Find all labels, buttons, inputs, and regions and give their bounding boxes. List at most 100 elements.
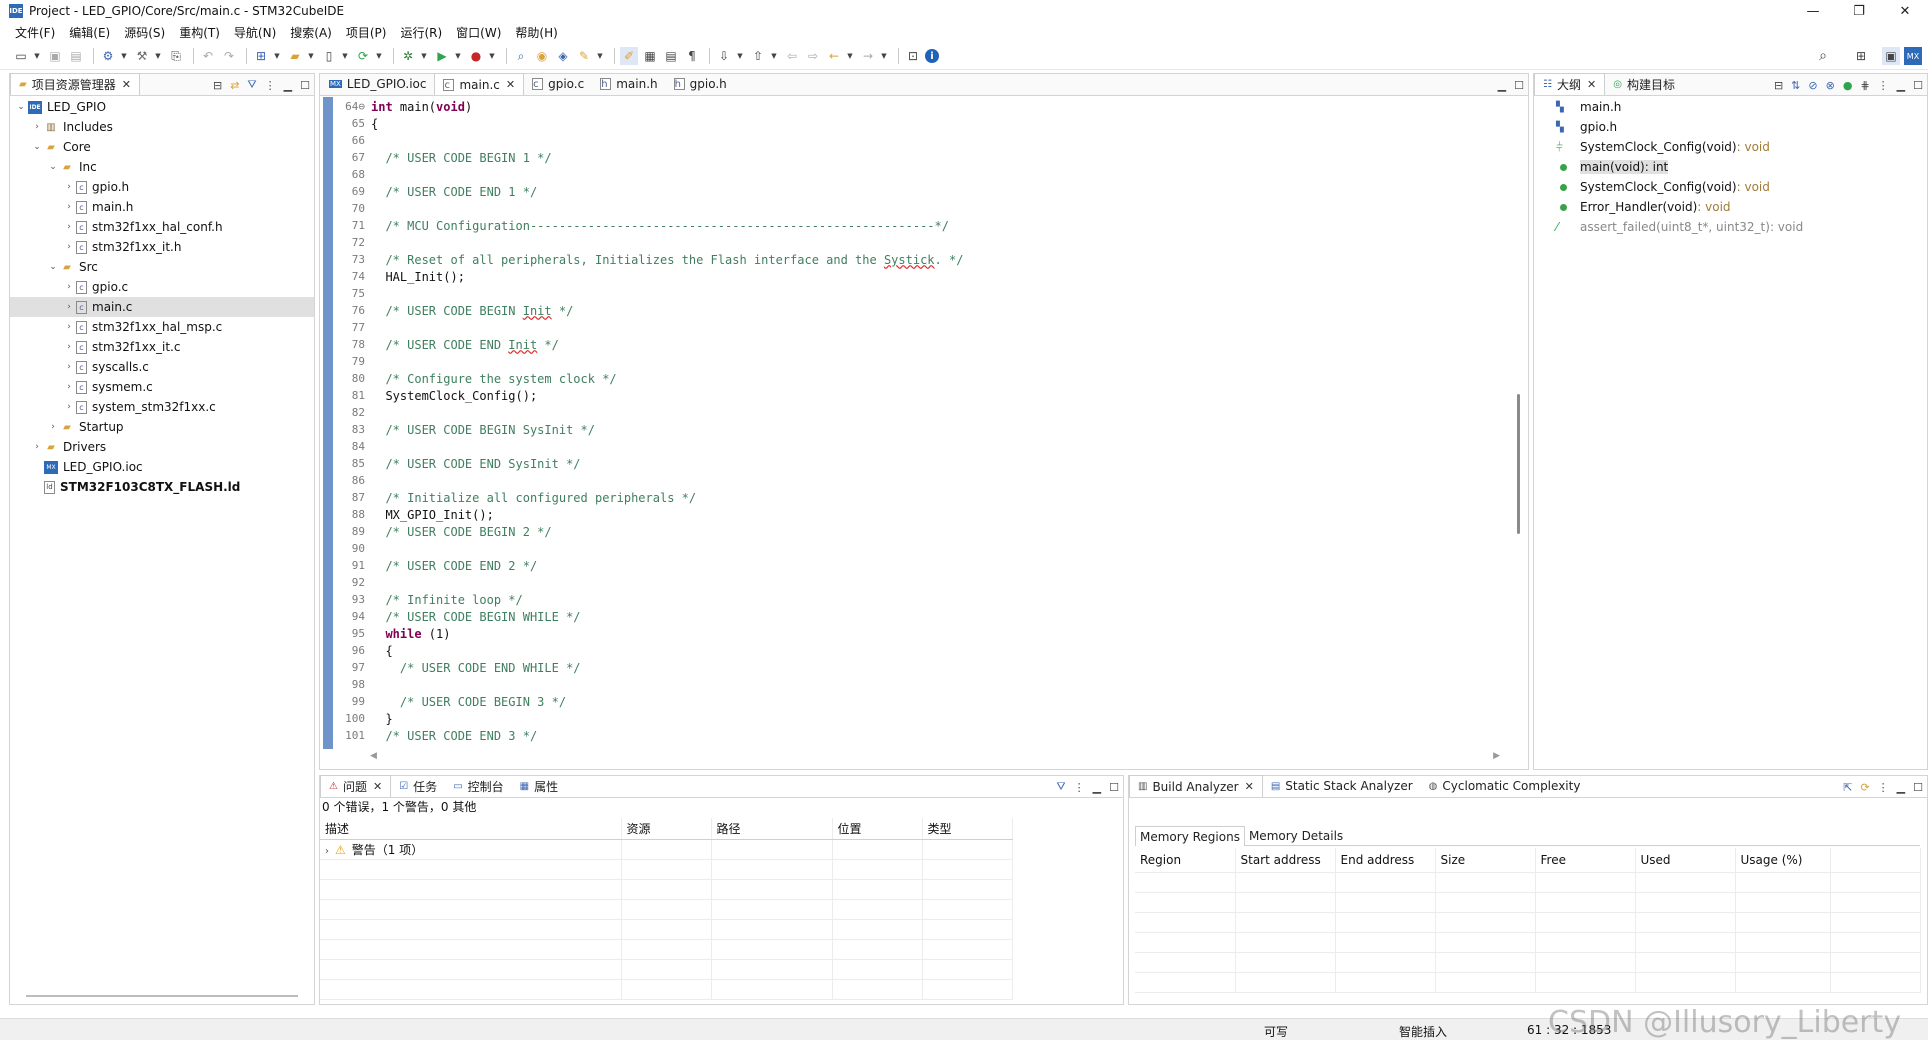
group-includes-icon[interactable]: ⋕ bbox=[1860, 79, 1869, 92]
chevron-down-icon[interactable]: ▼ bbox=[596, 47, 604, 65]
code-line[interactable]: 71 /* MCU Configuration-----------------… bbox=[333, 217, 1503, 234]
tree-item[interactable]: ⌄ ▰ Src bbox=[10, 257, 314, 277]
code-line[interactable]: 85 /* USER CODE END SysInit */ bbox=[333, 455, 1503, 472]
chevron-right-icon[interactable]: › bbox=[62, 342, 76, 352]
tab-gpio-h[interactable]: h gpio.h bbox=[666, 73, 735, 95]
menu-window[interactable]: 窗口(W) bbox=[449, 24, 508, 41]
run-icon[interactable]: ▶ bbox=[433, 47, 451, 65]
code-line[interactable]: 72 bbox=[333, 234, 1503, 251]
tab-problems[interactable]: ⚠ 问题 ✕ bbox=[320, 775, 392, 797]
code-line[interactable]: 90 bbox=[333, 540, 1503, 557]
code-line[interactable]: 91 /* USER CODE END 2 */ bbox=[333, 557, 1503, 574]
code-line[interactable]: 87 /* Initialize all configured peripher… bbox=[333, 489, 1503, 506]
chevron-right-icon[interactable]: › bbox=[62, 362, 76, 372]
horizontal-scrollbar[interactable] bbox=[26, 995, 298, 997]
chevron-down-icon[interactable]: ▼ bbox=[846, 47, 854, 65]
refresh-icon[interactable]: ⟳ bbox=[354, 47, 372, 65]
menu-edit[interactable]: 编辑(E) bbox=[62, 24, 117, 41]
code-line[interactable]: 64⊖ int main(void) bbox=[333, 98, 1503, 115]
menu-navigate[interactable]: 导航(N) bbox=[227, 24, 283, 41]
close-icon[interactable]: ✕ bbox=[1587, 78, 1596, 91]
chevron-down-icon[interactable]: ⌄ bbox=[46, 162, 60, 172]
chevron-down-icon[interactable]: ▼ bbox=[454, 47, 462, 65]
tree-item[interactable]: MX LED_GPIO.ioc bbox=[10, 457, 314, 477]
refresh-icon[interactable]: ⟳ bbox=[1860, 781, 1869, 794]
code-line[interactable]: 89 /* USER CODE BEGIN 2 */ bbox=[333, 523, 1503, 540]
code-line[interactable]: 69 /* USER CODE END 1 */ bbox=[333, 183, 1503, 200]
code-line[interactable]: 93 /* Infinite loop */ bbox=[333, 591, 1503, 608]
tree-item[interactable]: ⌄ ▰ Inc bbox=[10, 157, 314, 177]
outline-item[interactable]: main(void) : int bbox=[1556, 157, 1927, 177]
tree-item[interactable]: › ▰ Drivers bbox=[10, 437, 314, 457]
hide-fields-icon[interactable]: ⊘ bbox=[1808, 79, 1817, 92]
tree-item[interactable]: › c syscalls.c bbox=[10, 357, 314, 377]
maximize-icon[interactable]: ☐ bbox=[1913, 79, 1923, 92]
tree-item[interactable]: › c stm32f1xx_it.h bbox=[10, 237, 314, 257]
chevron-down-icon[interactable]: ⌄ bbox=[46, 262, 60, 272]
tab-main-h[interactable]: h main.h bbox=[592, 73, 665, 95]
code-line[interactable]: 67 /* USER CODE BEGIN 1 */ bbox=[333, 149, 1503, 166]
chevron-right-icon[interactable]: › bbox=[62, 402, 76, 412]
chevron-right-icon[interactable]: › bbox=[62, 202, 76, 212]
close-icon[interactable]: ✕ bbox=[506, 78, 515, 91]
menu-help[interactable]: 帮助(H) bbox=[508, 24, 564, 41]
chevron-down-icon[interactable]: ⌄ bbox=[30, 142, 44, 152]
tree-item[interactable]: › c system_stm32f1xx.c bbox=[10, 397, 314, 417]
code-line[interactable]: 98 bbox=[333, 676, 1503, 693]
code-line[interactable]: 96 { bbox=[333, 642, 1503, 659]
code-line[interactable]: 79 bbox=[333, 353, 1503, 370]
mark-occurrences-icon[interactable]: ✐ bbox=[620, 47, 638, 65]
chevron-down-icon[interactable]: ▼ bbox=[273, 47, 281, 65]
chevron-right-icon[interactable]: › bbox=[62, 182, 76, 192]
column-header[interactable]: Used bbox=[1635, 848, 1736, 873]
tree-item[interactable]: › c main.c bbox=[10, 297, 314, 317]
open-type-icon[interactable]: ◉ bbox=[533, 47, 551, 65]
device-icon[interactable]: ⎘ bbox=[167, 47, 185, 65]
new-folder-icon[interactable]: ▰ bbox=[286, 47, 304, 65]
code-line[interactable]: 82 bbox=[333, 404, 1503, 421]
tree-item[interactable]: › ▥ Includes bbox=[10, 117, 314, 137]
column-header[interactable] bbox=[1830, 848, 1921, 873]
code-line[interactable]: 75 bbox=[333, 285, 1503, 302]
code-line[interactable]: 84 bbox=[333, 438, 1503, 455]
hide-static-icon[interactable]: ⊗ bbox=[1826, 79, 1835, 92]
chevron-right-icon[interactable]: › bbox=[62, 222, 76, 232]
collapse-all-icon[interactable]: ⊟ bbox=[213, 79, 222, 92]
debug-icon[interactable]: ✲ bbox=[399, 47, 417, 65]
column-header[interactable]: 描述 bbox=[320, 818, 622, 840]
chevron-down-icon[interactable]: ⌄ bbox=[14, 102, 28, 112]
view-menu-icon[interactable]: ⋮ bbox=[1878, 781, 1889, 794]
last-edit-icon[interactable]: ⇦ bbox=[783, 47, 801, 65]
tree-item[interactable]: ld STM32F103C8TX_FLASH.ld bbox=[10, 477, 314, 497]
word-wrap-icon[interactable]: ▤ bbox=[662, 47, 680, 65]
tab-tasks[interactable]: ☑ 任务 bbox=[391, 775, 445, 797]
code-line[interactable]: 78 /* USER CODE END Init */ bbox=[333, 336, 1503, 353]
code-view[interactable]: 64⊖ int main(void) 65 {66 67 /* USER CODE BE… bbox=[333, 98, 1503, 748]
chevron-right-icon[interactable]: › bbox=[62, 282, 76, 292]
close-icon[interactable]: ✕ bbox=[1245, 780, 1254, 793]
tab-memory-details[interactable]: Memory Details bbox=[1245, 826, 1347, 846]
open-element-icon[interactable]: ◈ bbox=[554, 47, 572, 65]
code-line[interactable]: 70 bbox=[333, 200, 1503, 217]
build-hammer-icon[interactable]: ⚒ bbox=[133, 47, 151, 65]
code-line[interactable]: 81 SystemClock_Config(); bbox=[333, 387, 1503, 404]
chevron-down-icon[interactable]: ▼ bbox=[341, 47, 349, 65]
code-line[interactable]: 100 } bbox=[333, 710, 1503, 727]
tab-cyclomatic-complexity[interactable]: ◍ Cyclomatic Complexity bbox=[1421, 775, 1589, 797]
column-header[interactable]: 路径 bbox=[711, 818, 833, 840]
outline-item[interactable]: Error_Handler(void) : void bbox=[1556, 197, 1927, 217]
forward-edit-icon[interactable]: ⇨ bbox=[804, 47, 822, 65]
maximize-icon[interactable]: ☐ bbox=[1514, 79, 1524, 92]
view-menu-icon[interactable]: ⋮ bbox=[1878, 79, 1889, 92]
tree-item[interactable]: ⌄ IDE LED_GPIO bbox=[10, 97, 314, 117]
menu-source[interactable]: 源码(S) bbox=[117, 24, 172, 41]
undo-icon[interactable]: ↶ bbox=[199, 47, 217, 65]
maximize-icon[interactable]: ☐ bbox=[300, 79, 310, 92]
code-line[interactable]: 88 MX_GPIO_Init(); bbox=[333, 506, 1503, 523]
perspective-cpp-icon[interactable]: ▣ bbox=[1882, 47, 1900, 65]
close-button[interactable]: ✕ bbox=[1882, 0, 1928, 22]
debug-config-icon[interactable]: ⚙ bbox=[99, 47, 117, 65]
column-header[interactable]: Free bbox=[1535, 848, 1636, 873]
tree-item[interactable]: › ▰ Startup bbox=[10, 417, 314, 437]
code-line[interactable]: 97 /* USER CODE END WHILE */ bbox=[333, 659, 1503, 676]
